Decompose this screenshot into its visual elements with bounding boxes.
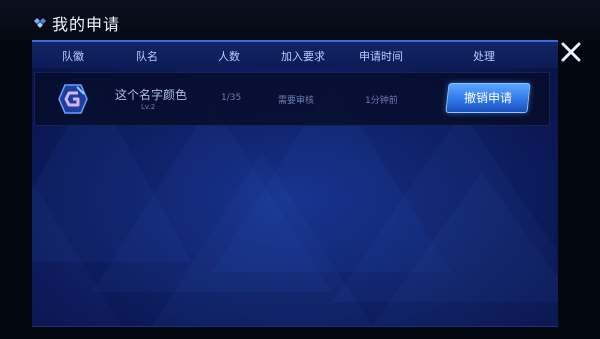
close-icon[interactable] bbox=[560, 41, 582, 63]
header-time: 申请时间 bbox=[359, 50, 403, 63]
request-row: 这个名字颜色 Lv.2 1/35 需要审核 1分钟前 撤销申请 bbox=[34, 72, 550, 126]
header-team-name: 队名 bbox=[136, 50, 158, 63]
header-members: 人数 bbox=[218, 50, 240, 63]
title-bar: 我的申请 bbox=[0, 0, 600, 40]
diamond-cluster-icon bbox=[34, 18, 46, 28]
header-action: 处理 bbox=[473, 50, 495, 63]
team-name: 这个名字颜色 bbox=[115, 88, 188, 102]
header-requirement: 加入要求 bbox=[281, 50, 325, 63]
team-emblem-icon bbox=[58, 84, 88, 114]
cancel-request-label: 撤销申请 bbox=[463, 91, 512, 105]
request-time: 1分钟前 bbox=[365, 96, 398, 106]
header-emblem: 队徽 bbox=[62, 50, 84, 63]
team-level: Lv.2 bbox=[141, 103, 156, 111]
window-title: 我的申请 bbox=[52, 15, 121, 34]
join-requirement: 需要审核 bbox=[278, 96, 315, 106]
cancel-request-button[interactable]: 撤销申请 bbox=[445, 83, 531, 113]
members-count: 1/35 bbox=[221, 93, 242, 103]
table-header: 队徽 队名 人数 加入要求 申请时间 处理 bbox=[32, 42, 558, 68]
requests-panel: 队徽 队名 人数 加入要求 申请时间 处理 这个名字颜色 Lv.2 1/35 需… bbox=[32, 40, 558, 327]
